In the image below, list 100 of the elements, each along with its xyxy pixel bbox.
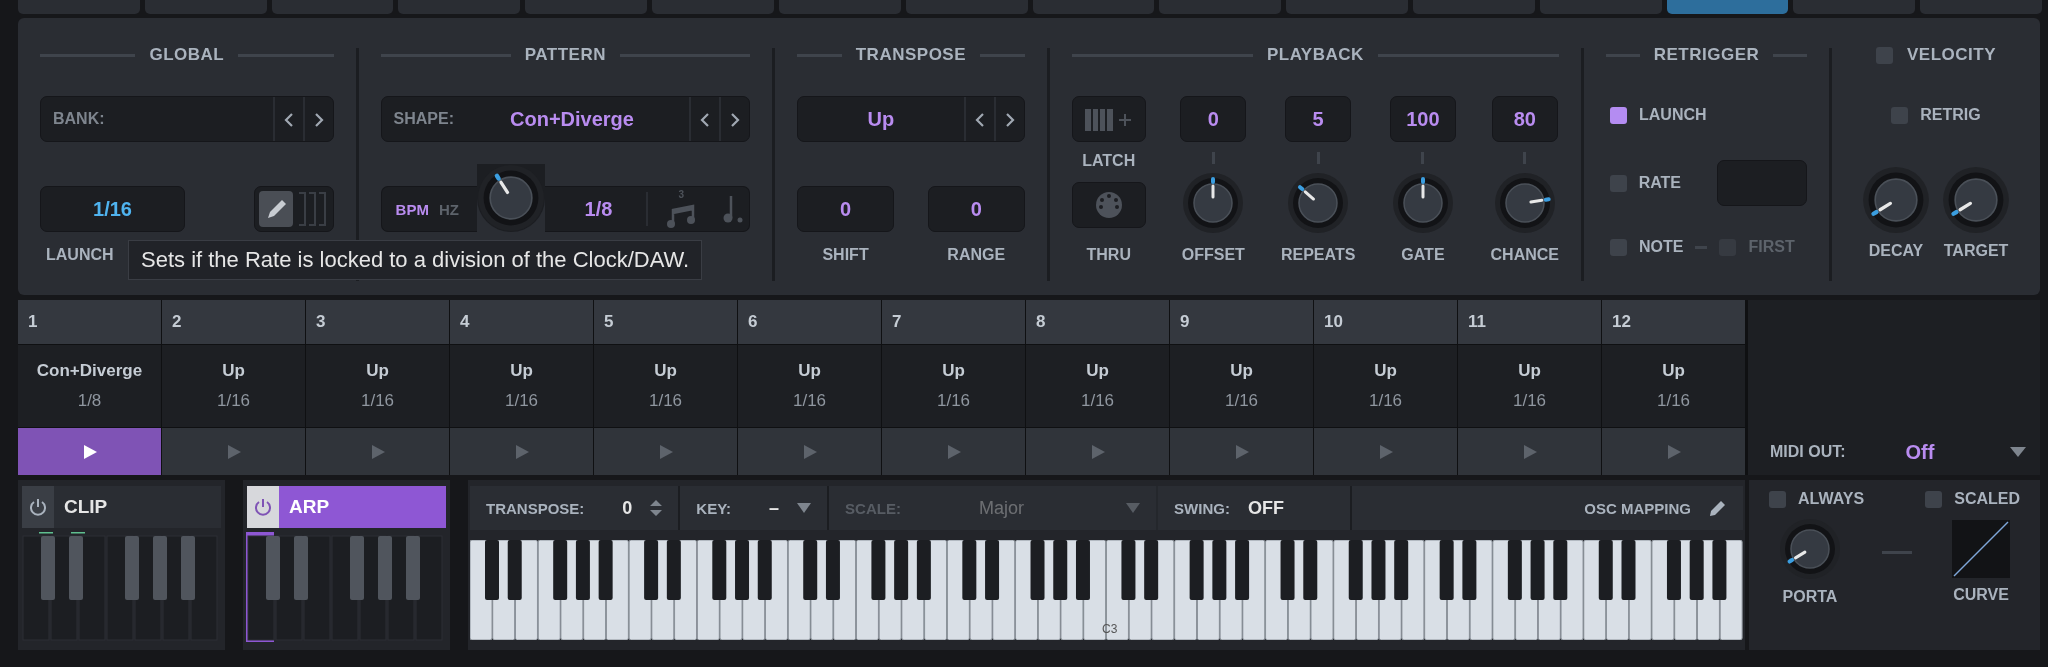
slot-cell[interactable]: Up 1/16 bbox=[306, 345, 449, 427]
checkbox[interactable] bbox=[1610, 106, 1627, 124]
tooltip: Sets if the Rate is locked to a division of the Clock/DAW. bbox=[128, 240, 703, 280]
midi-out-dropdown[interactable]: MIDI OUT: Off bbox=[1748, 429, 2040, 475]
slot-number[interactable]: 9 bbox=[1170, 300, 1313, 344]
slot-number[interactable]: 7 bbox=[882, 300, 1025, 344]
checkbox[interactable] bbox=[1610, 238, 1627, 256]
knob-label: PORTA bbox=[1782, 588, 1838, 606]
rate-field[interactable] bbox=[1717, 160, 1807, 206]
slot-rate-label: 1/16 bbox=[792, 391, 827, 411]
section-title: PLAYBACK bbox=[1266, 45, 1364, 65]
value-field[interactable]: 5 bbox=[1285, 96, 1352, 142]
rate-control[interactable]: 1/8 3 bbox=[544, 186, 751, 232]
chevron-left-icon[interactable] bbox=[974, 112, 985, 128]
checkbox[interactable] bbox=[1925, 490, 1943, 508]
pencil-icon bbox=[1709, 499, 1727, 517]
slot-cell[interactable]: Up 1/16 bbox=[882, 345, 1025, 427]
rate-mode-field[interactable]: BPM HZ bbox=[380, 186, 477, 232]
tab[interactable] bbox=[271, 0, 394, 14]
slot-cell[interactable]: Up 1/16 bbox=[162, 345, 305, 427]
play-button[interactable] bbox=[738, 428, 881, 475]
transpose-control[interactable]: TRANSPOSE: 0 bbox=[470, 486, 681, 530]
play-button[interactable] bbox=[1314, 428, 1457, 475]
chevron-left-icon[interactable] bbox=[283, 112, 294, 128]
slot-cell[interactable]: Up 1/16 bbox=[1026, 345, 1169, 427]
play-button[interactable] bbox=[1170, 428, 1313, 475]
slot-number[interactable]: 2 bbox=[162, 300, 305, 344]
chevron-left-icon[interactable] bbox=[700, 112, 711, 128]
thru-button[interactable] bbox=[1071, 182, 1146, 228]
slot-cell[interactable]: Up 1/16 bbox=[1170, 345, 1313, 427]
slot-cell[interactable]: Con+Diverge 1/8 bbox=[18, 345, 161, 427]
play-button[interactable] bbox=[1026, 428, 1169, 475]
chevron-right-icon[interactable] bbox=[730, 112, 741, 128]
slot-cell[interactable]: Up 1/16 bbox=[1314, 345, 1457, 427]
slot-pattern-label: Up bbox=[1662, 361, 1685, 381]
slot-number[interactable]: 1 bbox=[18, 300, 161, 344]
slot-number[interactable]: 12 bbox=[1602, 300, 1745, 344]
play-button[interactable] bbox=[1602, 428, 1745, 475]
slot-pattern-label: Con+Diverge bbox=[36, 361, 143, 381]
checkbox[interactable] bbox=[1610, 174, 1627, 192]
slot-number[interactable]: 5 bbox=[594, 300, 737, 344]
tab[interactable] bbox=[1666, 0, 1789, 14]
value-field[interactable]: 80 bbox=[1491, 96, 1558, 142]
shape-selector[interactable]: SHAPE: Con+Diverge bbox=[380, 96, 751, 142]
chevron-right-icon[interactable] bbox=[1004, 112, 1015, 128]
checkbox[interactable] bbox=[1769, 490, 1786, 508]
latch-button[interactable] bbox=[1071, 96, 1146, 142]
slot-pattern-label: Up bbox=[942, 361, 965, 381]
key-dropdown[interactable]: KEY: – bbox=[680, 486, 830, 530]
slot-rate-label: 1/16 bbox=[1512, 391, 1547, 411]
slot-cell[interactable]: Up 1/16 bbox=[1602, 345, 1745, 427]
slot-number[interactable]: 4 bbox=[450, 300, 593, 344]
slot-cell[interactable]: Up 1/16 bbox=[738, 345, 881, 427]
edit-toggle[interactable] bbox=[253, 186, 334, 232]
play-button[interactable] bbox=[594, 428, 737, 475]
value-field[interactable]: 0 bbox=[1180, 96, 1247, 142]
slot-rate-label: 1/16 bbox=[936, 391, 971, 411]
knob[interactable] bbox=[1862, 166, 1930, 234]
chevron-right-icon[interactable] bbox=[313, 112, 324, 128]
slot-number[interactable]: 11 bbox=[1458, 300, 1601, 344]
slot-rate-label: 1/16 bbox=[504, 391, 539, 411]
mode-toggle[interactable]: BPM bbox=[395, 200, 429, 218]
slot-number[interactable]: 3 bbox=[306, 300, 449, 344]
play-button[interactable] bbox=[450, 428, 593, 475]
bank-selector[interactable]: BANK: bbox=[40, 96, 334, 142]
swing-control[interactable]: SWING: OFF bbox=[1158, 486, 1353, 530]
value-field[interactable]: 100 bbox=[1389, 96, 1456, 142]
piano-keyboard-drawing[interactable] bbox=[470, 540, 1743, 640]
play-button[interactable] bbox=[1458, 428, 1601, 475]
play-button[interactable] bbox=[18, 428, 161, 475]
play-button[interactable] bbox=[306, 428, 449, 475]
power-button[interactable] bbox=[247, 486, 279, 528]
curve-graph-icon[interactable] bbox=[1952, 520, 2010, 578]
range-field[interactable]: 0 bbox=[927, 186, 1025, 232]
checkbox[interactable] bbox=[1876, 46, 1893, 64]
direction-selector[interactable]: Up bbox=[797, 96, 1025, 142]
slot-cell[interactable]: Up 1/16 bbox=[594, 345, 737, 427]
shift-field[interactable]: 0 bbox=[797, 186, 895, 232]
checkbox-label: NOTE bbox=[1639, 238, 1684, 256]
tab[interactable] bbox=[1032, 0, 1155, 14]
slot-number[interactable]: 8 bbox=[1026, 300, 1169, 344]
play-button[interactable] bbox=[162, 428, 305, 475]
power-button[interactable] bbox=[22, 486, 54, 528]
knob[interactable] bbox=[1287, 172, 1350, 234]
slot-number[interactable]: 10 bbox=[1314, 300, 1457, 344]
slot-cell[interactable]: Up 1/16 bbox=[1458, 345, 1601, 427]
osc-mapping-button[interactable]: OSC MAPPING bbox=[1568, 486, 1743, 530]
knob[interactable] bbox=[1391, 172, 1454, 234]
slot-rate-label: 1/16 bbox=[1080, 391, 1115, 411]
field-label: LAUNCH bbox=[46, 246, 114, 264]
slot-pattern-label: Up bbox=[1518, 361, 1541, 381]
checkbox[interactable] bbox=[1891, 106, 1909, 124]
section-title: TRANSPOSE bbox=[855, 45, 967, 65]
rate-value-field[interactable]: 1/16 bbox=[40, 186, 185, 232]
knob[interactable] bbox=[1493, 172, 1556, 234]
knob[interactable] bbox=[1942, 166, 2011, 234]
knob[interactable] bbox=[1182, 172, 1245, 234]
slot-number[interactable]: 6 bbox=[738, 300, 881, 344]
slot-cell[interactable]: Up 1/16 bbox=[450, 345, 593, 427]
play-button[interactable] bbox=[882, 428, 1025, 475]
